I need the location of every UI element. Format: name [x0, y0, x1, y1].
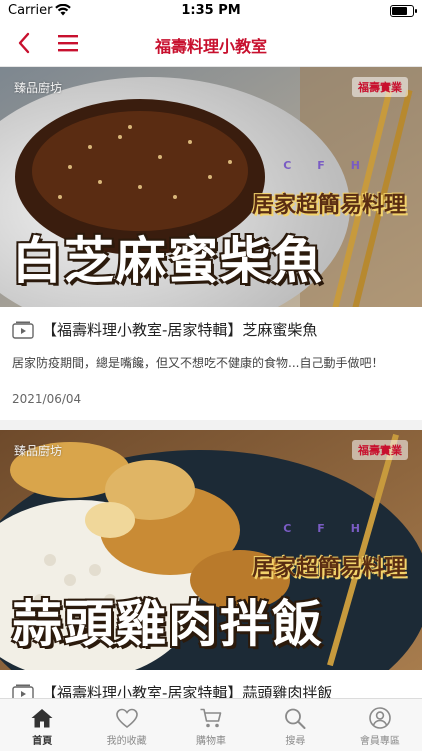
- tab-search[interactable]: 搜尋: [253, 699, 337, 751]
- battery-level: [392, 7, 408, 15]
- tab-favorites[interactable]: 我的收藏: [84, 699, 168, 751]
- tab-bar: 首頁 我的收藏 購物車 搜尋 會員專區: [0, 698, 422, 751]
- video-icon: [12, 321, 34, 339]
- article-body: 【福壽料理小教室-居家特輯】芝麻蜜柴魚 居家防疫期間，總是嘴饞，但又不想吃不健康…: [0, 307, 422, 420]
- article-body: 【福壽料理小教室-居家特輯】蒜頭雞肉拌飯: [0, 670, 422, 698]
- navigation-bar: 福壽料理小教室: [0, 22, 422, 67]
- search-icon: [285, 708, 306, 729]
- article-list[interactable]: 臻品廚坊 福壽實業 CFH 居家超簡易料理 白芝麻蜜柴魚 【福壽料理小教室-居家…: [0, 67, 422, 698]
- article-title-row[interactable]: 【福壽料理小教室-居家特輯】芝麻蜜柴魚: [12, 319, 410, 340]
- article-title-row[interactable]: 【福壽料理小教室-居家特輯】蒜頭雞肉拌飯: [12, 682, 410, 698]
- tab-label: 我的收藏: [106, 736, 147, 747]
- cart-icon: [200, 708, 222, 728]
- tab-member[interactable]: 會員專區: [338, 699, 422, 751]
- page-title: 福壽料理小教室: [154, 37, 267, 56]
- article-thumbnail[interactable]: 臻品廚坊 福壽實業 CFH 居家超簡易料理 白芝麻蜜柴魚: [0, 67, 422, 307]
- thumbnail-subtitle: 居家超簡易料理: [251, 556, 406, 581]
- article-description: 居家防疫期間，總是嘴饞，但又不想吃不健康的食物...自己動手做吧！: [12, 356, 384, 370]
- user-icon: [369, 707, 391, 729]
- heart-icon: [115, 708, 138, 729]
- home-icon: [31, 709, 53, 728]
- article-date: 2021/06/04: [12, 392, 82, 406]
- tab-label: 搜尋: [285, 736, 306, 747]
- video-icon: [12, 684, 34, 698]
- thumbnail-logo: 臻品廚坊: [14, 444, 63, 458]
- thumbnail-logo: 臻品廚坊: [14, 81, 63, 95]
- thumbnail-brand: 福壽實業: [352, 77, 408, 97]
- tab-label: 會員專區: [359, 736, 400, 747]
- article-card[interactable]: 臻品廚坊 福壽實業 CFH 居家超簡易料理 白芝麻蜜柴魚 【福壽料理小教室-居家…: [0, 67, 422, 420]
- thumbnail-subtitle: 居家超簡易料理: [251, 193, 406, 218]
- status-time: 1:35 PM: [181, 3, 241, 18]
- tab-label: 購物車: [196, 736, 227, 747]
- article-title[interactable]: 【福壽料理小教室-居家特輯】蒜頭雞肉拌飯: [42, 682, 332, 698]
- article-thumbnail[interactable]: 臻品廚坊 福壽實業 CFH 居家超簡易料理 蒜頭雞肉拌飯: [0, 430, 422, 670]
- article-title[interactable]: 【福壽料理小教室-居家特輯】芝麻蜜柴魚: [42, 319, 317, 340]
- tab-label: 首頁: [32, 736, 53, 747]
- thumbnail-brand: 福壽實業: [352, 440, 408, 460]
- article-card[interactable]: 臻品廚坊 福壽實業 CFH 居家超簡易料理 蒜頭雞肉拌飯 【福壽料理小教室-居家…: [0, 430, 422, 698]
- battery-icon: [390, 5, 417, 17]
- status-bar: Carrier 1:35 PM: [0, 0, 422, 22]
- thumbnail-headline: 蒜頭雞肉拌飯: [12, 595, 324, 653]
- thumbnail-headline: 白芝麻蜜柴魚: [12, 232, 324, 290]
- tab-home[interactable]: 首頁: [0, 699, 84, 751]
- thumbnail-cfh: CFH: [283, 159, 386, 172]
- thumbnail-cfh: CFH: [283, 522, 386, 535]
- tab-cart[interactable]: 購物車: [169, 699, 253, 751]
